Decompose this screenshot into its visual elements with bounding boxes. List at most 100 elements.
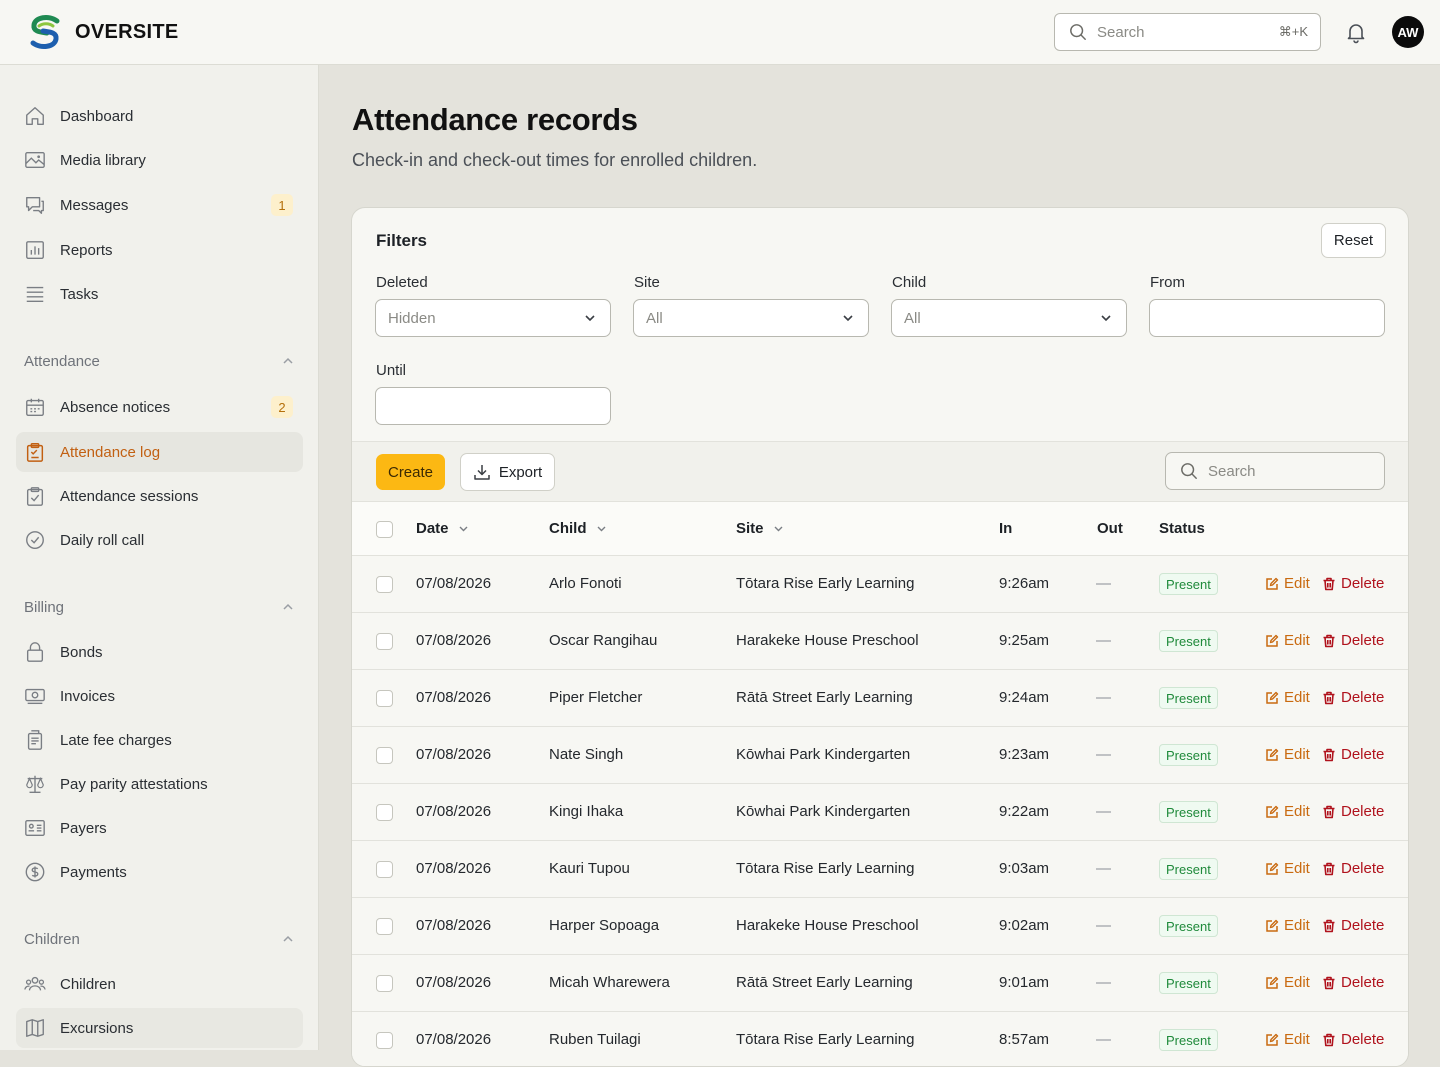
column-site-sort[interactable]: Site <box>736 520 785 537</box>
edit-button[interactable]: Edit <box>1265 974 1310 991</box>
status-badge: Present <box>1159 687 1218 709</box>
sidebar-item-late-fee-charges[interactable]: Late fee charges <box>16 720 303 760</box>
edit-icon <box>1266 691 1279 704</box>
edit-button[interactable]: Edit <box>1265 860 1310 877</box>
cell-out: — <box>1096 689 1111 706</box>
row-checkbox[interactable] <box>376 804 393 821</box>
delete-button[interactable]: Delete <box>1322 632 1384 649</box>
sidebar-item-messages[interactable]: Messages 1 <box>16 185 303 225</box>
sidebar-item-payments[interactable]: Payments <box>16 852 303 892</box>
cell-date: 07/08/2026 <box>416 746 492 763</box>
table-row: 07/08/2026 Ruben Tuilagi Tōtara Rise Ear… <box>352 1012 1408 1066</box>
delete-button[interactable]: Delete <box>1322 917 1384 934</box>
sidebar-item-attendance-sessions[interactable]: Attendance sessions <box>16 476 303 516</box>
sidebar-item-attendance-log[interactable]: Attendance log <box>16 432 303 472</box>
delete-button[interactable]: Delete <box>1322 803 1384 820</box>
table-row: 07/08/2026 Kauri Tupou Tōtara Rise Early… <box>352 841 1408 898</box>
from-date-field[interactable] <box>1149 299 1385 337</box>
cell-date: 07/08/2026 <box>416 860 492 877</box>
create-button[interactable]: Create <box>376 454 445 490</box>
row-checkbox[interactable] <box>376 918 393 935</box>
delete-label: Delete <box>1341 575 1385 592</box>
sidebar-item-absence-notices[interactable]: Absence notices 2 <box>16 387 303 427</box>
row-checkbox[interactable] <box>376 1032 393 1049</box>
edit-icon <box>1266 805 1279 818</box>
edit-button[interactable]: Edit <box>1265 917 1310 934</box>
map-icon <box>24 1017 46 1039</box>
global-search-input[interactable]: Search ⌘+K <box>1054 13 1321 51</box>
child-filter-select[interactable]: All <box>891 299 1127 337</box>
cell-in: 9:22am <box>999 803 1050 820</box>
select-all-checkbox[interactable] <box>376 521 393 538</box>
edit-button[interactable]: Edit <box>1265 803 1310 820</box>
trash-icon <box>1323 1033 1335 1046</box>
table-row: 07/08/2026 Kingi Ihaka Kōwhai Park Kinde… <box>352 784 1408 841</box>
sidebar-item-invoices[interactable]: Invoices <box>16 676 303 716</box>
sidebar-item-media-library[interactable]: Media library <box>16 140 303 180</box>
row-checkbox[interactable] <box>376 747 393 764</box>
brand[interactable]: OVERSITE <box>27 14 179 50</box>
cell-child: Piper Fletcher <box>549 689 643 706</box>
edit-button[interactable]: Edit <box>1265 575 1310 592</box>
delete-button[interactable]: Delete <box>1322 689 1384 706</box>
edit-label: Edit <box>1284 1031 1310 1048</box>
column-label: Date <box>416 520 449 537</box>
chevron-up-icon <box>283 603 293 610</box>
sidebar-item-label: Daily roll call <box>60 531 145 549</box>
trash-icon <box>1323 691 1335 704</box>
delete-button[interactable]: Delete <box>1322 575 1384 592</box>
cell-in: 9:26am <box>999 575 1050 592</box>
sidebar-item-excursions[interactable]: Excursions <box>16 1008 303 1048</box>
until-date-field[interactable] <box>375 387 611 425</box>
column-out: Out <box>1097 520 1123 537</box>
sidebar-item-bonds[interactable]: Bonds <box>16 632 303 672</box>
global-search-placeholder: Search <box>1097 23 1145 41</box>
cell-out: — <box>1096 746 1111 763</box>
sidebar: Dashboard Media library Messages 1 Repor… <box>0 65 319 1050</box>
sidebar-item-children[interactable]: Children <box>16 964 303 1004</box>
chevron-down-icon <box>1101 315 1111 322</box>
deleted-filter-select[interactable]: Hidden <box>375 299 611 337</box>
export-button[interactable]: Export <box>460 453 555 491</box>
column-status: Status <box>1159 520 1205 537</box>
edit-button[interactable]: Edit <box>1265 1031 1310 1048</box>
row-checkbox[interactable] <box>376 861 393 878</box>
bell-icon[interactable] <box>1344 20 1368 44</box>
row-checkbox[interactable] <box>376 690 393 707</box>
delete-button[interactable]: Delete <box>1322 1031 1384 1048</box>
table-search-input[interactable]: Search <box>1165 452 1385 490</box>
delete-button[interactable]: Delete <box>1322 746 1384 763</box>
chevron-down-icon <box>597 526 605 532</box>
list-icon <box>24 283 46 305</box>
section-attendance-toggle[interactable]: Attendance <box>24 351 295 371</box>
sidebar-item-payers[interactable]: Payers <box>16 808 303 848</box>
site-filter-select[interactable]: All <box>633 299 869 337</box>
edit-button[interactable]: Edit <box>1265 689 1310 706</box>
chevron-down-icon <box>459 526 468 532</box>
sidebar-item-tasks[interactable]: Tasks <box>16 274 303 314</box>
column-date-sort[interactable]: Date <box>416 520 470 537</box>
reset-button[interactable]: Reset <box>1321 223 1386 258</box>
sidebar-item-pay-parity-attestations[interactable]: Pay parity attestations <box>16 764 303 804</box>
avatar[interactable]: AW <box>1392 16 1424 48</box>
delete-label: Delete <box>1341 974 1385 991</box>
download-icon <box>474 465 490 480</box>
section-children-toggle[interactable]: Children <box>24 929 295 949</box>
section-title: Children <box>24 930 80 948</box>
edit-button[interactable]: Edit <box>1265 746 1310 763</box>
row-checkbox[interactable] <box>376 576 393 593</box>
sidebar-item-daily-roll-call[interactable]: Daily roll call <box>16 520 303 560</box>
attendance-card: Filters Reset Deleted Hidden Site All Ch… <box>351 207 1409 1067</box>
edit-icon <box>1266 976 1279 989</box>
delete-button[interactable]: Delete <box>1322 974 1384 991</box>
sidebar-item-dashboard[interactable]: Dashboard <box>16 96 303 136</box>
row-checkbox[interactable] <box>376 975 393 992</box>
section-billing-toggle[interactable]: Billing <box>24 597 295 617</box>
delete-button[interactable]: Delete <box>1322 860 1384 877</box>
column-child-sort[interactable]: Child <box>549 520 608 537</box>
row-checkbox[interactable] <box>376 633 393 650</box>
edit-button[interactable]: Edit <box>1265 632 1310 649</box>
sidebar-item-reports[interactable]: Reports <box>16 230 303 270</box>
delete-label: Delete <box>1341 917 1385 934</box>
child-filter-value: All <box>904 309 921 327</box>
